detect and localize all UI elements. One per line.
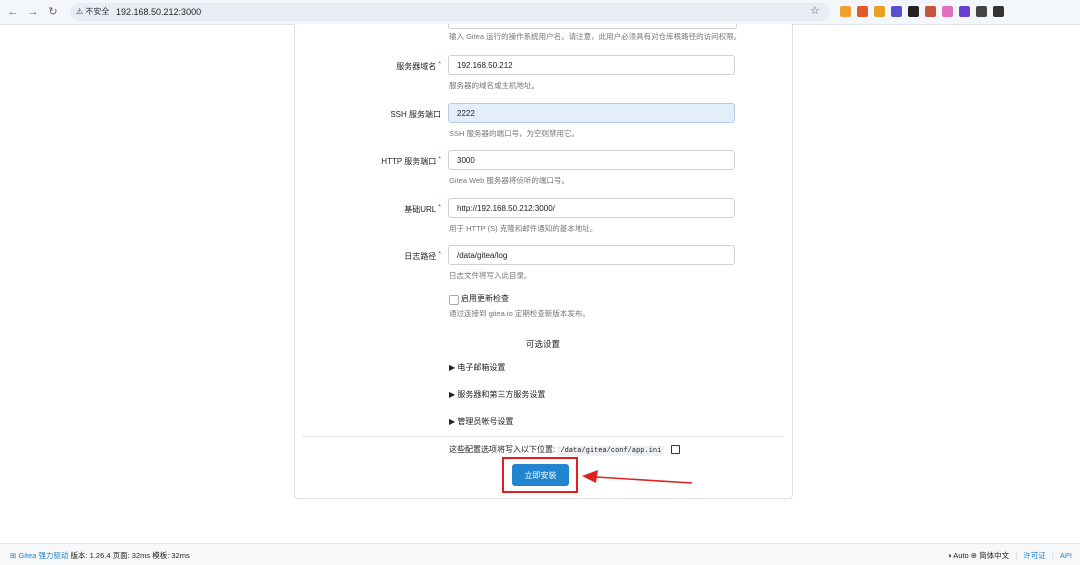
api-link[interactable]: API <box>1060 551 1072 560</box>
version-text: 版本: 1.26.4 <box>70 551 111 560</box>
license-link[interactable]: 许可证 <box>1023 551 1046 560</box>
footer-info: ⊞ Gitea 强力驱动 版本: 1.26.4 页面: 32ms 模板: 32m… <box>10 550 190 561</box>
log-path-label: 日志路径 * <box>404 251 441 261</box>
update-check-checkbox[interactable] <box>449 295 459 305</box>
domain-input[interactable]: 192.168.50.212 <box>448 55 735 75</box>
log-path-input[interactable]: /data/gitea/log <box>448 245 735 265</box>
reload-icon[interactable]: ↻ <box>46 5 60 19</box>
address-bar[interactable]: ⚠ 不安全 192.168.50.212:3000 <box>70 3 830 21</box>
install-now-button[interactable]: 立即安装 <box>512 464 569 486</box>
base-url-label: 基础URL * <box>404 204 441 214</box>
extension-icon[interactable] <box>874 6 885 17</box>
extension-icon[interactable] <box>976 6 987 17</box>
log-path-help: 日志文件将写入此目录。 <box>449 271 532 280</box>
extension-icon[interactable] <box>942 6 953 17</box>
update-check-label[interactable]: 启用更新检查 <box>461 293 509 304</box>
back-icon[interactable]: ← <box>6 5 20 19</box>
server-services-toggle[interactable]: ▶ 服务器和第三方服务设置 <box>449 389 545 400</box>
template-time-text: 模板: 32ms <box>152 551 190 560</box>
powered-by-link[interactable]: ⊞ Gitea 强力驱动 <box>10 551 68 560</box>
admin-account-toggle[interactable]: ▶ 管理员帐号设置 <box>449 416 513 427</box>
footer-links: ◑ Auto ⊕ 简体中文 | 许可证 | API <box>947 550 1072 561</box>
theme-selector[interactable]: ◑ Auto <box>947 551 969 560</box>
extension-icon[interactable] <box>908 6 919 17</box>
config-note-text: 这些配置选项将写入以下位置: <box>449 445 556 454</box>
extension-icon[interactable] <box>925 6 936 17</box>
browser-toolbar: ← → ↻ ⚠ 不安全 192.168.50.212:3000 ☆ <box>0 0 1080 25</box>
separator: | <box>1015 551 1018 560</box>
run-user-input[interactable] <box>448 24 737 29</box>
ssh-port-help: SSH 服务器的端口号，为空则禁用它。 <box>449 129 580 138</box>
extension-icon[interactable] <box>857 6 868 17</box>
extension-icon[interactable] <box>993 6 1004 17</box>
forward-icon[interactable]: → <box>26 5 40 19</box>
url-text: 192.168.50.212:3000 <box>116 7 202 17</box>
config-location-note: 这些配置选项将写入以下位置: /data/gitea/conf/app.ini <box>449 444 680 456</box>
page-footer: ⊞ Gitea 强力驱动 版本: 1.26.4 页面: 32ms 模板: 32m… <box>0 543 1080 565</box>
security-warning[interactable]: ⚠ 不安全 <box>76 3 109 21</box>
annotation-arrow-icon <box>582 470 693 484</box>
page-time-text: 页面: 32ms <box>112 551 151 560</box>
run-user-help: 输入 Gitea 运行的操作系统用户名。请注意，此用户必须具有对仓库根路径的访问… <box>449 32 742 41</box>
copy-icon[interactable] <box>670 445 680 455</box>
http-port-help: Gitea Web 服务器将侦听的端口号。 <box>449 176 569 185</box>
config-path: /data/gitea/conf/app.ini <box>557 446 665 456</box>
optional-settings-title: 可选设置 <box>525 339 560 349</box>
http-port-label: HTTP 服务端口 * <box>381 156 441 166</box>
divider <box>302 436 783 437</box>
extension-icon[interactable] <box>840 6 851 17</box>
bookmark-star-icon[interactable]: ☆ <box>810 4 820 17</box>
http-port-input[interactable]: 3000 <box>448 150 735 170</box>
domain-label: 服务器域名 * <box>396 61 441 71</box>
ssh-port-label: SSH 服务端口 <box>390 110 441 119</box>
update-check-help: 通过连接到 gitea.io 定期检查新版本发布。 <box>449 309 590 318</box>
extension-icon[interactable] <box>891 6 902 17</box>
domain-help: 服务器的域名或主机地址。 <box>449 81 539 90</box>
email-settings-toggle[interactable]: ▶ 电子邮箱设置 <box>449 362 505 373</box>
base-url-input[interactable]: http://192.168.50.212:3000/ <box>448 198 735 218</box>
ssh-port-input[interactable]: 2222 <box>448 103 735 123</box>
language-selector[interactable]: ⊕ 简体中文 <box>971 551 1009 560</box>
base-url-help: 用于 HTTP (S) 克隆和邮件通知的基本地址。 <box>449 224 598 233</box>
extension-icon[interactable] <box>959 6 970 17</box>
separator: | <box>1051 551 1054 560</box>
